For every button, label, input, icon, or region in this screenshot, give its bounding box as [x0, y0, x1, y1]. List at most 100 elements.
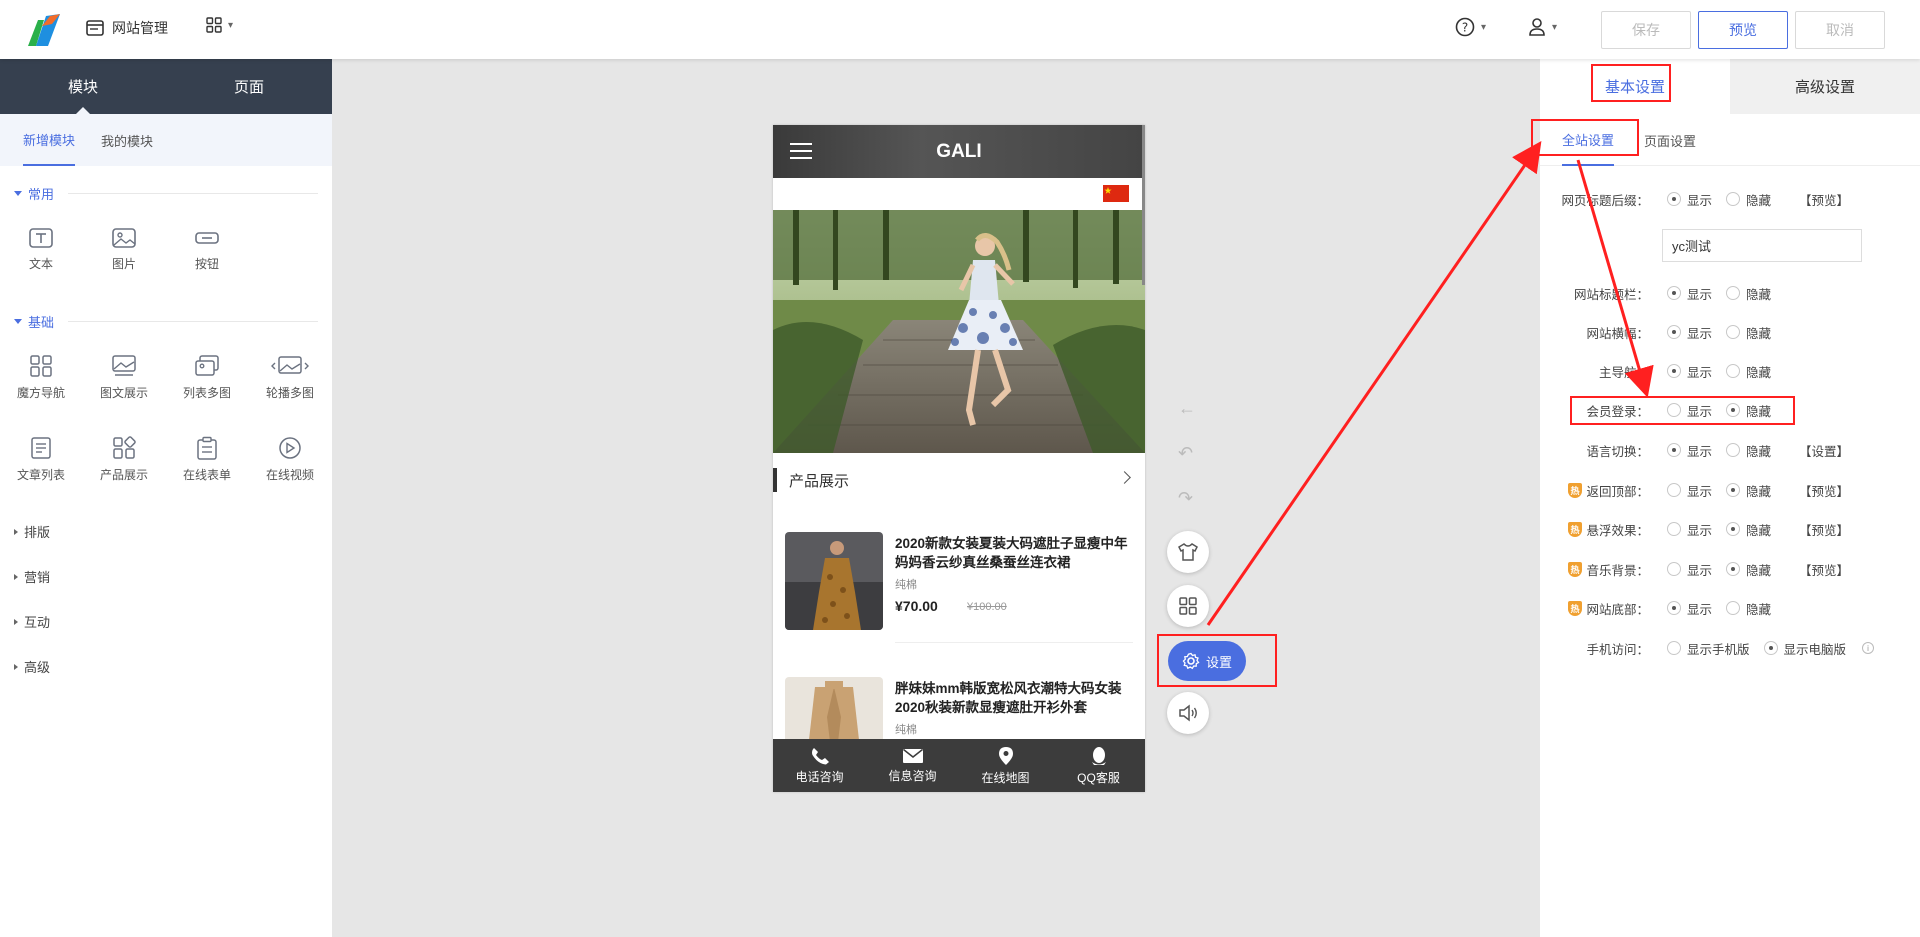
radio-option-1[interactable]: 显示 [1667, 362, 1712, 381]
site-manage-menu[interactable]: 网站管理 [86, 18, 168, 38]
cancel-button[interactable]: 取消 [1795, 11, 1885, 49]
radio-option-1[interactable]: 显示 [1667, 520, 1712, 539]
product-section-header[interactable]: 产品展示 [773, 465, 1145, 495]
apps-menu[interactable]: ▾ [206, 17, 233, 33]
module-label: 图文展示 [99, 386, 148, 400]
button-icon [195, 232, 219, 244]
radio-option-1[interactable]: 显示 [1667, 599, 1712, 618]
module-text[interactable]: 文本 [11, 227, 71, 272]
mobile-footer-bar: 电话咨询 信息咨询 在线地图 QQ客服 [773, 739, 1145, 792]
radio-option-2[interactable]: 隐藏 [1726, 284, 1771, 303]
help-menu[interactable]: ? ▾ [1455, 17, 1486, 37]
module-image-text[interactable]: 图文展示 [94, 354, 154, 401]
play-icon [279, 437, 301, 459]
footer-qq-button[interactable]: QQ客服 [1052, 739, 1145, 792]
setting-action-link[interactable]: 【预览】 [1799, 520, 1849, 539]
module-image[interactable]: 图片 [94, 227, 154, 272]
category-layout[interactable]: 排版 [14, 522, 318, 541]
radio-option-1[interactable]: 显示 [1667, 441, 1712, 460]
setting-row: 网站横幅： 显示 隐藏 [1540, 322, 1920, 342]
title-suffix-input[interactable]: yc测试 [1662, 229, 1862, 262]
radio-option-1[interactable]: 显示 [1667, 560, 1712, 579]
undo-icon[interactable]: ↶ [1178, 443, 1193, 464]
radio-option-1[interactable]: 显示手机版 [1667, 639, 1750, 658]
radio-option-2[interactable]: 隐藏 [1726, 190, 1771, 209]
radio-option-2[interactable]: 隐藏 [1726, 599, 1771, 618]
tab-advanced-settings[interactable]: 高级设置 [1730, 59, 1920, 114]
tab-modules[interactable]: 模块 [0, 59, 166, 114]
radio-option-2[interactable]: 隐藏 [1726, 441, 1771, 460]
radio-option-1[interactable]: 显示 [1667, 481, 1712, 500]
setting-action-link[interactable]: 【预览】 [1799, 481, 1849, 500]
back-arrow-icon[interactable]: ← [1178, 398, 1196, 419]
footer-map-button[interactable]: 在线地图 [959, 739, 1052, 792]
theme-style-button[interactable] [1167, 531, 1209, 573]
radio-option-2[interactable]: 隐藏 [1726, 520, 1771, 539]
footer-phone-button[interactable]: 电话咨询 [773, 739, 866, 792]
module-label: 在线表单 [182, 468, 231, 482]
banner-image [773, 210, 1145, 453]
preview-scrollbar[interactable] [1142, 125, 1145, 285]
category-label: 排版 [24, 525, 51, 540]
hot-badge-icon: 热 [1568, 600, 1582, 616]
setting-label: 网站标题栏： [1573, 287, 1649, 302]
grid-icon [1179, 597, 1197, 615]
speaker-button[interactable] [1167, 692, 1209, 734]
setting-label: 热网站底部： [1540, 599, 1653, 618]
module-label: 在线视频 [265, 468, 314, 482]
radio-option-2[interactable]: 隐藏 [1726, 481, 1771, 500]
category-advanced[interactable]: 高级 [14, 657, 318, 676]
module-button[interactable]: 按钮 [177, 227, 237, 272]
text-icon [29, 228, 53, 248]
module-list-images[interactable]: 列表多图 [177, 354, 237, 401]
user-menu[interactable]: ▾ [1528, 17, 1557, 37]
category-interact[interactable]: 互动 [14, 612, 318, 631]
china-flag-icon[interactable] [1103, 185, 1129, 202]
module-label: 按钮 [194, 257, 219, 271]
caret-right-icon [14, 573, 18, 580]
module-label: 魔方导航 [16, 386, 65, 400]
module-online-video[interactable]: 在线视频 [260, 436, 320, 483]
image-text-icon [112, 355, 136, 376]
save-button[interactable]: 保存 [1601, 11, 1691, 49]
radio-option-1[interactable]: 显示 [1667, 190, 1712, 209]
tab-pages[interactable]: 页面 [166, 59, 332, 114]
module-online-form[interactable]: 在线表单 [177, 436, 237, 483]
subtab-my-modules[interactable]: 我的模块 [101, 114, 153, 166]
category-label: 高级 [24, 660, 51, 675]
cube-nav-icon [30, 355, 52, 377]
module-cube-nav[interactable]: 魔方导航 [11, 354, 71, 401]
category-common[interactable]: 常用 [14, 184, 318, 203]
setting-action-link[interactable]: 【设置】 [1799, 441, 1849, 460]
module-product-display[interactable]: 产品展示 [94, 436, 154, 483]
setting-label: 网站横幅： [1586, 326, 1649, 341]
setting-label: 主导航： [1598, 365, 1649, 380]
category-label: 常用 [28, 187, 55, 202]
mobile-preview[interactable]: GALI 产品展示 2020新款女装夏装大码遮肚子显瘦中年妈妈香云纱真丝桑蚕丝连… [773, 125, 1145, 792]
setting-label: 手机访问： [1586, 642, 1649, 657]
subtab-page-settings[interactable]: 页面设置 [1644, 114, 1696, 166]
module-article-list[interactable]: 文章列表 [11, 436, 71, 483]
setting-action-link[interactable]: 【预览】 [1799, 190, 1849, 209]
category-basic[interactable]: 基础 [14, 312, 318, 331]
subtab-new-modules[interactable]: 新增模块 [23, 114, 76, 166]
preview-button[interactable]: 预览 [1698, 11, 1788, 49]
setting-action-link[interactable]: 【预览】 [1799, 560, 1849, 579]
info-icon[interactable]: i [1862, 642, 1875, 654]
radio-option-2[interactable]: 隐藏 [1726, 362, 1771, 381]
speaker-icon [1179, 704, 1197, 722]
radio-option-2[interactable]: 隐藏 [1726, 560, 1771, 579]
radio-option-1[interactable]: 显示 [1667, 323, 1712, 342]
radio-option-2[interactable]: 显示电脑版 [1763, 639, 1846, 658]
footer-message-button[interactable]: 信息咨询 [866, 739, 959, 792]
radio-option-1[interactable]: 显示 [1667, 284, 1712, 303]
module-carousel[interactable]: 轮播多图 [260, 354, 320, 401]
setting-row: 网页标题后缀： 显示 隐藏 【预览】 [1540, 189, 1920, 209]
module-grid-button[interactable] [1167, 585, 1209, 627]
module-label: 文本 [28, 257, 53, 271]
category-marketing[interactable]: 营销 [14, 567, 318, 586]
top-bar: 网站管理 ▾ ? ▾ ▾ 保存 预览 取消 [0, 0, 1920, 59]
radio-option-2[interactable]: 隐藏 [1726, 323, 1771, 342]
redo-icon[interactable]: ↷ [1178, 488, 1193, 509]
setting-row: 主导航： 显示 隐藏 [1540, 361, 1920, 381]
